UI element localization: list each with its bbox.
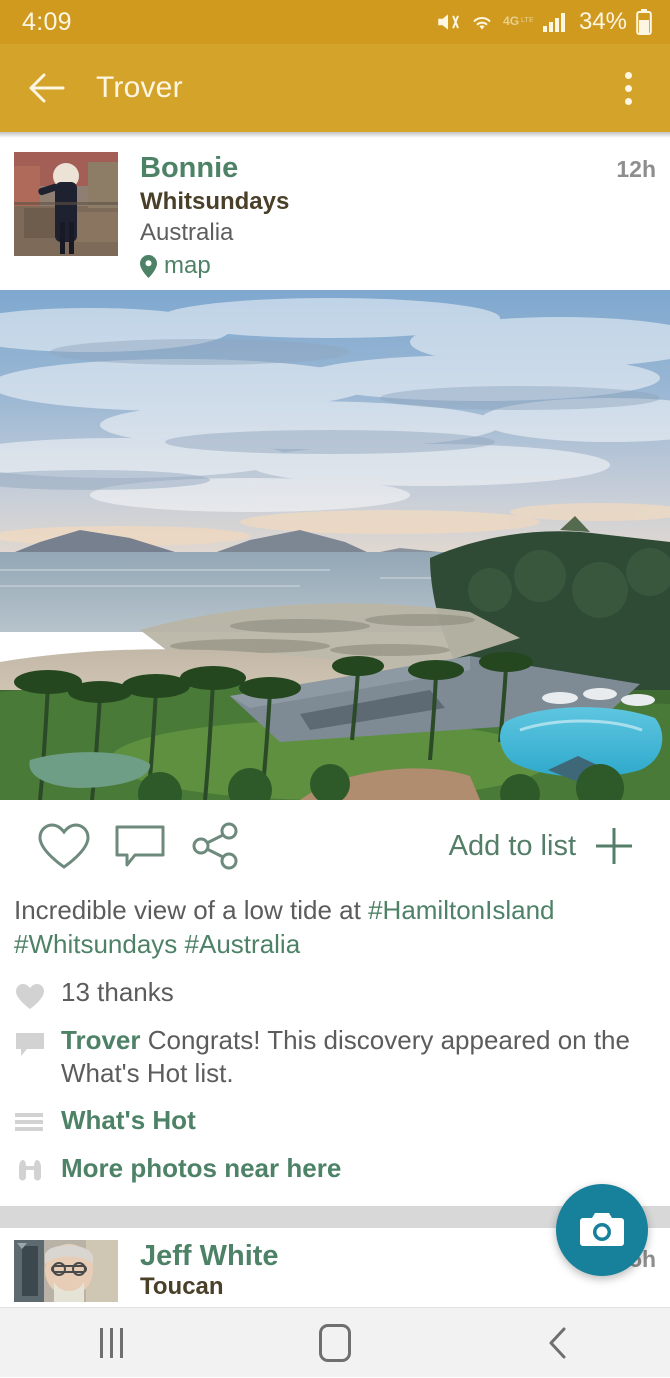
post-header-text: Bonnie Whitsundays Australia map bbox=[140, 152, 616, 280]
next-post-avatar[interactable] bbox=[14, 1239, 118, 1302]
next-post-author[interactable]: Jeff White bbox=[140, 1240, 629, 1274]
status-bar-icons: 4G LTE 34% bbox=[435, 8, 652, 36]
comment-author[interactable]: Trover bbox=[61, 1025, 141, 1055]
post-action-bar: Add to list bbox=[0, 800, 670, 893]
next-post-text: Jeff White Toucan bbox=[140, 1240, 629, 1302]
comment-bubble-icon[interactable] bbox=[102, 808, 178, 884]
battery-percent-label: 34% bbox=[578, 8, 627, 35]
comment-body: Congrats! This discovery appeared on the… bbox=[61, 1024, 630, 1089]
post-timestamp: 12h bbox=[616, 156, 656, 182]
next-post-place: Toucan bbox=[140, 1273, 224, 1301]
map-link-label: map bbox=[164, 252, 211, 280]
caption-text: Incredible view of a low tide at bbox=[14, 895, 369, 926]
camera-fab-button[interactable] bbox=[556, 1184, 648, 1276]
whats-hot-row[interactable]: What's Hot bbox=[0, 1090, 670, 1137]
more-photos-row[interactable]: More photos near here bbox=[0, 1138, 670, 1185]
avatar[interactable] bbox=[14, 152, 118, 256]
add-to-list-label: Add to list bbox=[448, 829, 576, 862]
back-arrow-icon[interactable] bbox=[20, 62, 72, 114]
4g-lte-icon: 4G LTE bbox=[503, 11, 533, 33]
status-bar: 4:09 4G LTE 34% bbox=[0, 0, 670, 44]
post-header[interactable]: Bonnie Whitsundays Australia map 12h bbox=[0, 138, 670, 291]
post-place-name: Whitsundays bbox=[140, 187, 290, 215]
comment-text: Trover Congrats! This discovery appeared… bbox=[61, 1024, 656, 1091]
comment-row[interactable]: Trover Congrats! This discovery appeared… bbox=[0, 1010, 670, 1091]
signal-bars-icon bbox=[542, 11, 568, 33]
app-bar-title: Trover bbox=[96, 71, 183, 104]
map-pin-icon bbox=[140, 254, 157, 278]
battery-icon bbox=[636, 9, 652, 35]
post-photo[interactable] bbox=[0, 290, 670, 801]
comment-filled-icon bbox=[14, 1024, 46, 1058]
hashtag-hamilton-island[interactable]: #HamiltonIsland bbox=[368, 895, 554, 925]
thanks-count: 13 thanks bbox=[61, 976, 174, 1007]
whats-hot-label[interactable]: What's Hot bbox=[61, 1104, 196, 1137]
post-author-name[interactable]: Bonnie bbox=[140, 152, 616, 186]
mute-vibrate-icon bbox=[435, 9, 461, 35]
heart-filled-icon bbox=[14, 976, 46, 1010]
post-country-name: Australia bbox=[140, 218, 234, 246]
more-photos-label[interactable]: More photos near here bbox=[61, 1152, 341, 1185]
status-bar-clock: 4:09 bbox=[22, 7, 72, 36]
android-nav-bar bbox=[0, 1307, 670, 1377]
camera-icon bbox=[579, 1210, 625, 1250]
map-link[interactable]: map bbox=[140, 252, 616, 280]
recents-icon[interactable] bbox=[52, 1308, 172, 1378]
binoculars-icon bbox=[14, 1152, 46, 1185]
heart-outline-icon[interactable] bbox=[26, 808, 102, 884]
share-icon[interactable] bbox=[178, 808, 254, 884]
svg-text:LTE: LTE bbox=[521, 15, 533, 24]
plus-icon bbox=[592, 824, 636, 868]
post-caption: Incredible view of a low tide at #Hamilt… bbox=[0, 892, 670, 962]
hashtag-whitsundays[interactable]: #Whitsundays bbox=[14, 929, 177, 959]
app-bar: Trover bbox=[0, 44, 670, 132]
thanks-row[interactable]: 13 thanks bbox=[0, 962, 670, 1010]
svg-text:4G: 4G bbox=[503, 14, 519, 28]
add-to-list-button[interactable]: Add to list bbox=[449, 824, 644, 868]
nav-back-icon[interactable] bbox=[498, 1308, 618, 1378]
overflow-menu-icon[interactable] bbox=[606, 62, 650, 114]
list-lines-icon bbox=[14, 1104, 46, 1133]
home-icon[interactable] bbox=[275, 1308, 395, 1378]
hashtag-australia[interactable]: #Australia bbox=[185, 929, 301, 959]
wifi-icon bbox=[470, 10, 494, 34]
